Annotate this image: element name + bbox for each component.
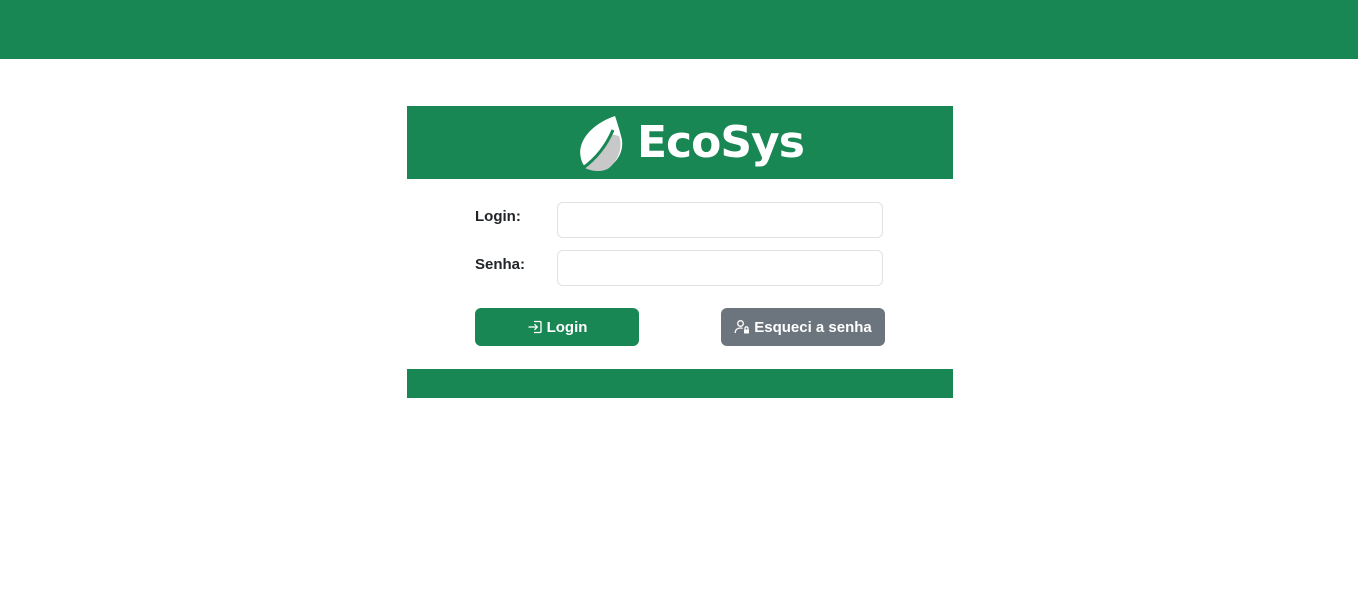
brand-name: EcoSys [637, 117, 805, 168]
person-lock-icon [734, 319, 750, 335]
card-footer [407, 369, 953, 398]
card-header: EcoSys [407, 106, 953, 179]
forgot-password-button[interactable]: Esqueci a senha [721, 308, 885, 346]
login-input[interactable] [557, 202, 883, 238]
login-button-label: Login [546, 318, 588, 336]
login-label: Login: [475, 208, 521, 225]
top-navbar [0, 0, 1358, 59]
forgot-password-button-label: Esqueci a senha [754, 318, 872, 336]
leaf-icon [577, 114, 625, 172]
box-arrow-in-right-icon [527, 319, 543, 335]
login-card: EcoSys Login: Senha: Login Esqueci a sen… [407, 106, 953, 398]
login-button[interactable]: Login [475, 308, 639, 346]
brand-logo: EcoSys [577, 114, 805, 172]
password-input[interactable] [557, 250, 883, 286]
password-label: Senha: [475, 256, 526, 273]
